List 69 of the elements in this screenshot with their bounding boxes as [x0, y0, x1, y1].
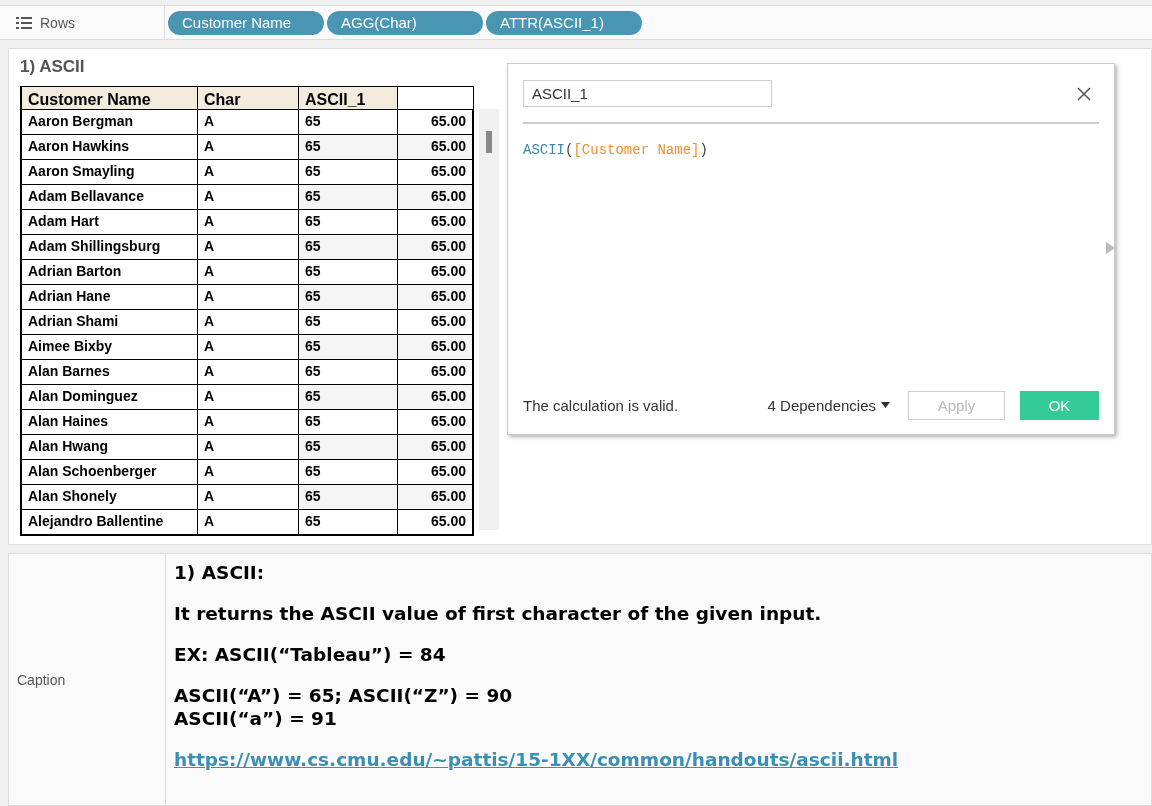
table-cell: Alan Dominguez	[22, 384, 198, 409]
caption-text: EX: ASCII(“Tableau”) = 84	[174, 644, 447, 665]
table-cell: 65.00	[398, 384, 474, 409]
column-header: ASCII_1	[299, 86, 398, 109]
formula-editor[interactable]: ASCII([Customer Name])	[523, 142, 1099, 390]
caption-label: Caption	[17, 671, 66, 688]
field-pill[interactable]: AGG(Char)	[327, 10, 483, 35]
table-cell: Aaron Bergman	[22, 109, 198, 134]
table-cell: A	[198, 459, 299, 484]
table-cell: 65	[299, 334, 398, 359]
dependencies-dropdown[interactable]: 4 Dependencies	[767, 396, 890, 414]
field-pill[interactable]: Customer Name	[168, 10, 324, 35]
field-pill[interactable]: ATTR(ASCII_1)	[486, 10, 642, 35]
table-cell: Alan Shonely	[22, 484, 198, 509]
table-cell: Alejandro Ballentine	[22, 509, 198, 534]
sheet-title: 1) ASCII	[20, 57, 86, 77]
table-cell: A	[198, 409, 299, 434]
caption-text: 1) ASCII:	[174, 562, 266, 583]
table-cell: 65	[299, 184, 398, 209]
caption-text: ASCII(“a”) = 91	[174, 708, 338, 729]
table-cell: Adam Shillingsburg	[22, 234, 198, 259]
table-cell: Adrian Barton	[22, 259, 198, 284]
table-cell: Adam Bellavance	[22, 184, 198, 209]
table-cell: 65.00	[398, 284, 474, 309]
table-cell: Adrian Shami	[22, 309, 198, 334]
table-cell: 65	[299, 434, 398, 459]
table-cell: Adrian Hane	[22, 284, 198, 309]
column-header: Customer Name	[22, 86, 198, 109]
table-cell: A	[198, 109, 299, 134]
table-cell: 65.00	[398, 134, 474, 159]
table-cell: A	[198, 509, 299, 534]
table-cell: A	[198, 159, 299, 184]
table-cell: 65.00	[398, 509, 474, 534]
table-cell: Alan Barnes	[22, 359, 198, 384]
table-cell: A	[198, 309, 299, 334]
close-icon[interactable]	[1077, 86, 1091, 101]
table-cell: Alan Schoenberger	[22, 459, 198, 484]
name-field[interactable]: ASCII_1	[523, 80, 772, 107]
table-cell: Adam Hart	[22, 209, 198, 234]
table-cell: 65	[299, 384, 398, 409]
ok-button[interactable]: OK	[1020, 390, 1099, 420]
table-cell: 65	[299, 134, 398, 159]
reference-link[interactable]: https://www.cs.cmu.edu/~pattis/15-1XX/common/handouts/ascii.html	[174, 749, 899, 770]
table-cell: 65.00	[398, 234, 474, 259]
column-header: Char	[198, 86, 299, 109]
table-cell: 65.00	[398, 184, 474, 209]
scrollbar[interactable]	[479, 109, 499, 530]
table-cell: Aimee Bixby	[22, 334, 198, 359]
caret-icon	[881, 402, 890, 408]
caption-text: It returns the ASCII value of first character of the given input.	[174, 603, 823, 624]
table-cell: A	[198, 209, 299, 234]
table-cell: 65.00	[398, 484, 474, 509]
table-cell: 65	[299, 234, 398, 259]
table-cell: 65.00	[398, 434, 474, 459]
table-cell: A	[198, 359, 299, 384]
shelf-label: Rows	[40, 14, 75, 31]
table-cell: 65	[299, 484, 398, 509]
caret-icon[interactable]	[1106, 242, 1115, 254]
table-cell: 65	[299, 284, 398, 309]
table-cell: 65.00	[398, 334, 474, 359]
table-cell: Alan Hwang	[22, 434, 198, 459]
list-icon	[16, 16, 32, 29]
caption-text: ASCII(“A”) = 65; ASCII(“Z”) = 90	[174, 685, 514, 706]
table-cell: Aaron Smayling	[22, 159, 198, 184]
table-cell: A	[198, 259, 299, 284]
table-cell: 65	[299, 509, 398, 534]
table-cell: Alan Haines	[22, 409, 198, 434]
status-text: The calculation is valid.	[523, 396, 680, 414]
table-cell: Aaron Hawkins	[22, 134, 198, 159]
